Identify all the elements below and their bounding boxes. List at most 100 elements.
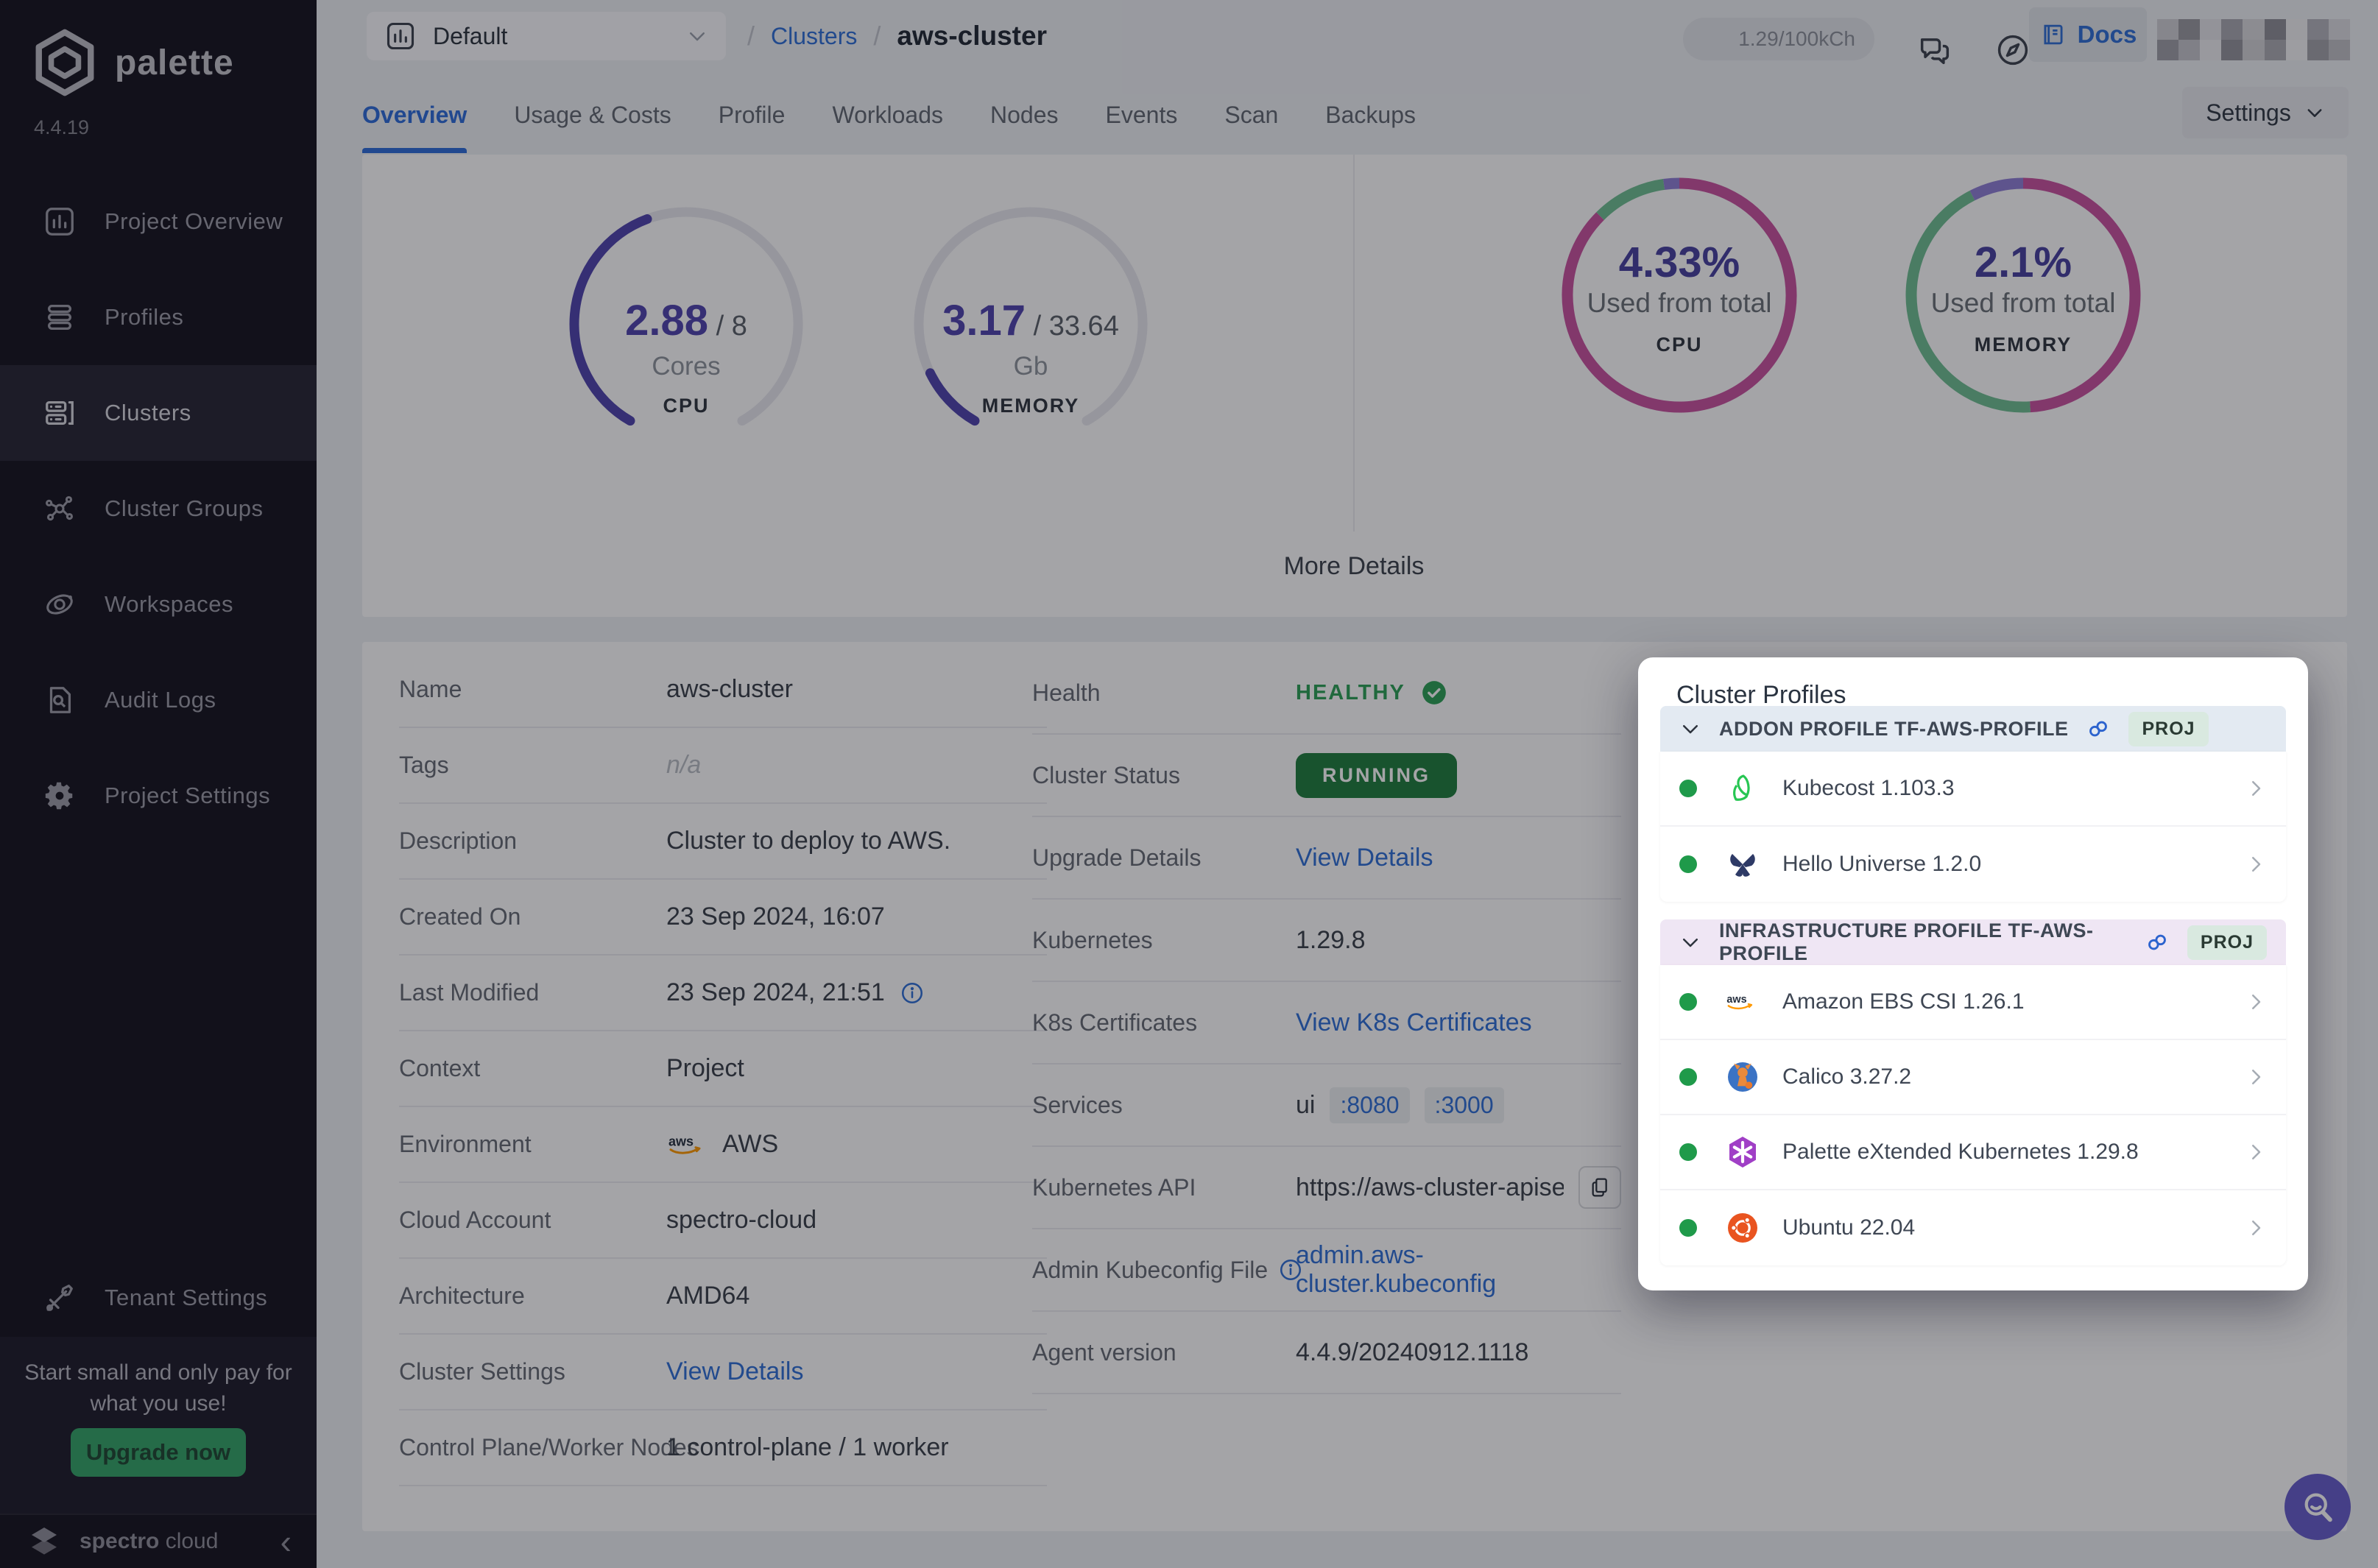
detail-label: Architecture — [399, 1282, 666, 1310]
chevron-down-icon — [1679, 718, 1701, 740]
layers-icon — [43, 300, 77, 334]
detail-row: K8s CertificatesView K8s Certificates — [1032, 982, 1621, 1064]
gauge-title: MEMORY — [904, 395, 1157, 417]
project-name: Default — [433, 23, 507, 50]
upgrade-details-link[interactable]: View Details — [1296, 844, 1433, 872]
cluster-settings-link[interactable]: View Details — [666, 1357, 803, 1386]
link-icon[interactable] — [2145, 930, 2170, 955]
pack-item-calico-3-27-2[interactable]: Calico 3.27.2 — [1660, 1040, 2286, 1115]
gauge-unit: Cores — [560, 352, 813, 381]
status-dot-green — [1679, 855, 1697, 873]
tab-usage-costs[interactable]: Usage & Costs — [514, 77, 671, 153]
pack-item-kubecost-1-103-3[interactable]: Kubecost 1.103.3 — [1660, 752, 2286, 827]
status-dot-green — [1679, 1068, 1697, 1086]
app-version: 4.4.19 — [34, 116, 89, 139]
detail-label: Description — [399, 827, 666, 855]
kubeconfig-link[interactable]: admin.aws-cluster.kubeconfig — [1296, 1241, 1621, 1299]
info-icon[interactable] — [900, 981, 925, 1006]
book-icon — [2039, 21, 2067, 49]
sidebar-item-project-overview[interactable]: Project Overview — [0, 174, 317, 269]
breadcrumb-separator: / — [747, 21, 755, 52]
upgrade-now-button[interactable]: Upgrade now — [71, 1428, 246, 1477]
logo: palette — [32, 28, 234, 97]
chat-icon[interactable] — [1916, 31, 1954, 69]
detail-row: Cluster SettingsView Details — [399, 1335, 1047, 1410]
docs-button[interactable]: Docs — [2029, 7, 2147, 62]
sidebar-item-workspaces[interactable]: Workspaces — [0, 557, 317, 652]
status-dot-green — [1679, 1219, 1697, 1237]
project-icon — [384, 20, 417, 52]
card-divider — [1353, 155, 1355, 532]
tab-workloads[interactable]: Workloads — [832, 77, 943, 153]
status-dot-green — [1679, 780, 1697, 797]
tab-profile[interactable]: Profile — [719, 77, 786, 153]
ubuntu-logo-icon — [1725, 1210, 1760, 1246]
sidebar: palette 4.4.19 Project Overview Profiles C… — [0, 0, 317, 1568]
gauge-title: CPU — [560, 395, 813, 417]
project-select[interactable]: Default — [367, 12, 726, 60]
service-port-link[interactable]: :3000 — [1425, 1087, 1504, 1123]
detail-row: Cloud Accountspectro-cloud — [399, 1183, 1047, 1259]
barchart-icon — [43, 205, 77, 239]
tab-events[interactable]: Events — [1106, 77, 1178, 153]
detail-row: Last Modified23 Sep 2024, 21:51 — [399, 956, 1047, 1031]
cluster-profiles-popup: Cluster Profiles ADDON PROFILE TF-AWS-PR… — [1638, 657, 2308, 1290]
chevron-right-icon — [2245, 1141, 2267, 1163]
tab-overview[interactable]: Overview — [362, 77, 467, 153]
more-details-button[interactable]: More Details — [1284, 552, 1425, 581]
detail-row: Cluster StatusRUNNING — [1032, 735, 1621, 817]
detail-label: Last Modified — [399, 979, 666, 1006]
service-port-link[interactable]: :8080 — [1330, 1087, 1409, 1123]
detail-value: 23 Sep 2024, 16:07 — [666, 903, 885, 931]
sidebar-item-label: Audit Logs — [105, 687, 216, 713]
collapse-sidebar-icon[interactable]: ‹ — [281, 1528, 292, 1555]
copy-button[interactable] — [1578, 1166, 1621, 1209]
detail-row: Agent version4.4.9/20240912.1118 — [1032, 1312, 1621, 1394]
audit-icon — [43, 683, 77, 717]
detail-label: Kubernetes — [1032, 927, 1296, 954]
sidebar-item-tenant-settings[interactable]: Tenant Settings — [0, 1250, 317, 1346]
tab-backups[interactable]: Backups — [1325, 77, 1416, 153]
sidebar-item-label: Project Settings — [105, 783, 270, 809]
settings-button[interactable]: Settings — [2182, 87, 2349, 138]
detail-row: Created On23 Sep 2024, 16:07 — [399, 880, 1047, 956]
details-middle-column: HealthHEALTHYCluster StatusRUNNINGUpgrad… — [1032, 652, 1621, 1394]
pack-item-hello-universe-1-2-0[interactable]: Hello Universe 1.2.0 — [1660, 827, 2286, 902]
sidebar-item-label: Profiles — [105, 304, 183, 331]
pack-item-palette-extended-kubernetes-1-29-8[interactable]: Palette eXtended Kubernetes 1.29.8 — [1660, 1115, 2286, 1190]
sidebar-item-cluster-groups[interactable]: Cluster Groups — [0, 461, 317, 557]
k8s-certificates-link[interactable]: View K8s Certificates — [1296, 1009, 1532, 1037]
link-icon[interactable] — [2086, 716, 2111, 741]
sidebar-item-label: Cluster Groups — [105, 495, 263, 522]
breadcrumb-clusters-link[interactable]: Clusters — [771, 23, 857, 50]
detail-row: HealthHEALTHY — [1032, 652, 1621, 735]
tab-nodes[interactable]: Nodes — [990, 77, 1059, 153]
detail-value: 23 Sep 2024, 21:51 — [666, 978, 885, 1007]
compass-icon[interactable] — [1994, 31, 2032, 69]
tab-scan[interactable]: Scan — [1224, 77, 1278, 153]
sidebar-item-profiles[interactable]: Profiles — [0, 269, 317, 365]
pack-item-ubuntu-22-04[interactable]: Ubuntu 22.04 — [1660, 1190, 2286, 1265]
cpu-gauge: 2.88 / 8CoresCPU — [560, 197, 813, 451]
detail-value: 1 control-plane / 1 worker — [666, 1433, 949, 1462]
sidebar-item-clusters[interactable]: Clusters — [0, 365, 317, 461]
scope-badge: PROJ — [2187, 925, 2267, 960]
sidebar-item-audit-logs[interactable]: Audit Logs — [0, 652, 317, 748]
detail-label: Services — [1032, 1092, 1296, 1119]
tab-bar: Overview Usage & Costs Profile Workloads Nod… — [362, 77, 1416, 153]
chevron-right-icon — [2245, 1066, 2267, 1088]
profile-section-title: INFRASTRUCTURE PROFILE TF-AWS-PROFILE — [1719, 919, 2127, 965]
search-fab[interactable] — [2284, 1474, 2351, 1540]
profile-section-header-infrastructure-profile-tf-aws-profile[interactable]: INFRASTRUCTURE PROFILE TF-AWS-PROFILE PRO… — [1660, 919, 2286, 965]
profile-section-header-addon-profile-tf-aws-profile[interactable]: ADDON PROFILE TF-AWS-PROFILEPROJ — [1660, 706, 2286, 752]
sidebar-item-project-settings[interactable]: Project Settings — [0, 748, 317, 844]
detail-value: spectro-cloud — [666, 1206, 816, 1235]
brand-name: spectro cloud — [80, 1529, 218, 1554]
pack-item-amazon-ebs-csi-1-26-1[interactable]: awsAmazon EBS CSI 1.26.1 — [1660, 965, 2286, 1040]
clusters-icon — [43, 396, 77, 430]
memory-donut: 2.1%Used from totalMEMORY — [1897, 169, 2150, 422]
chevron-down-icon — [686, 25, 708, 47]
detail-value: Project — [666, 1054, 744, 1083]
detail-label: Control Plane/Worker Nodes — [399, 1434, 666, 1461]
sidebar-footer: spectro cloud ‹ — [0, 1514, 317, 1568]
